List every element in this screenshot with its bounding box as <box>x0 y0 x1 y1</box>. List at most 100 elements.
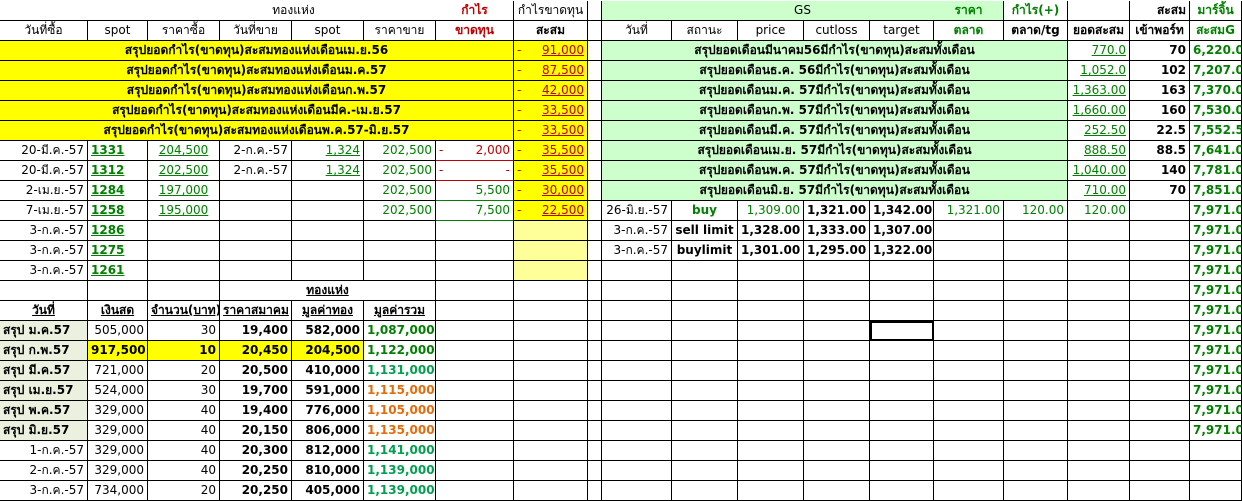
trade-buydate[interactable]: 7-เม.ย.-57 <box>0 201 88 221</box>
blank[interactable] <box>870 361 934 381</box>
blank[interactable] <box>870 461 934 481</box>
summary-left-value[interactable]: -42,000 <box>514 81 588 101</box>
gold-row-price[interactable]: 20,450 <box>220 341 292 361</box>
blank[interactable] <box>672 401 738 421</box>
trade-pl[interactable]: 5,500 <box>436 181 514 201</box>
gold-row-date[interactable]: 2-ก.ค.-57 <box>0 461 88 481</box>
blank[interactable] <box>602 381 672 401</box>
blank[interactable] <box>1068 281 1130 301</box>
blank[interactable] <box>870 281 934 301</box>
gold-row-total[interactable]: 1,105,000 <box>364 401 436 421</box>
trade-spot2[interactable]: 1,324 <box>292 141 364 161</box>
trade-spot2[interactable] <box>292 261 364 281</box>
gold-row-price[interactable]: 20,500 <box>220 361 292 381</box>
gs-order-profit[interactable] <box>1004 221 1068 241</box>
gold-table-header[interactable]: ราคาสมาคม <box>220 301 292 321</box>
header-profit-plus[interactable]: กำไร(+) <box>1004 1 1068 21</box>
gs-order-cutloss[interactable]: 1,333.00 <box>804 221 870 241</box>
gold-row-cash[interactable]: 329,000 <box>88 401 148 421</box>
gold-row-gold[interactable]: 582,000 <box>292 321 364 341</box>
blank[interactable] <box>738 301 804 321</box>
blank[interactable] <box>1130 441 1190 461</box>
gold-row-total[interactable]: 1,087,000 <box>364 321 436 341</box>
blank[interactable] <box>1130 361 1190 381</box>
gap[interactable] <box>588 401 602 421</box>
blank[interactable] <box>1130 341 1190 361</box>
blank[interactable] <box>870 481 934 501</box>
gs-summary-label[interactable]: สรุปยอดเดือนพ.ค. 57มีกำไร(ขาดทุน)สะสมทั้… <box>602 161 1068 181</box>
gold-row-qty[interactable]: 10 <box>148 341 220 361</box>
header-port-in[interactable]: เข้าพอร์ท <box>1130 21 1190 41</box>
blank[interactable] <box>738 461 804 481</box>
blank[interactable] <box>1004 421 1068 441</box>
gs-order-profit[interactable] <box>1004 241 1068 261</box>
trade-buydate[interactable]: 3-ก.ค.-57 <box>0 261 88 281</box>
header-cumg[interactable]: สะสมG <box>1190 21 1242 41</box>
selected-cell[interactable] <box>870 321 934 341</box>
gs-order-cutloss[interactable]: 1,321.00 <box>804 201 870 221</box>
gs-summary-label[interactable]: สรุปยอดเดือนมิ.ย. 57มีกำไร(ขาดทุน)สะสมทั… <box>602 181 1068 201</box>
cumg-tail[interactable]: 7,971.0 <box>1190 401 1242 421</box>
trade-buydate[interactable]: 3-ก.ค.-57 <box>0 241 88 261</box>
gap[interactable] <box>588 161 602 181</box>
trade-cum[interactable]: -35,500 <box>514 141 588 161</box>
gold-row-total[interactable]: 1,135,000 <box>364 421 436 441</box>
trade-spot[interactable]: 1312 <box>88 161 148 181</box>
gs-summary-total[interactable]: 710.00 <box>1068 181 1130 201</box>
gs-summary-total[interactable]: 770.0 <box>1068 41 1130 61</box>
blank[interactable] <box>88 281 148 301</box>
col-header-date[interactable]: วันที่ <box>602 21 672 41</box>
blank[interactable] <box>934 401 1004 421</box>
trade-selldate[interactable] <box>220 181 292 201</box>
gold-row-price[interactable]: 20,250 <box>220 461 292 481</box>
blank[interactable] <box>602 441 672 461</box>
blank[interactable] <box>672 481 738 501</box>
blank[interactable] <box>804 361 870 381</box>
gold-row-gold[interactable]: 812,000 <box>292 441 364 461</box>
blank[interactable] <box>1068 481 1130 501</box>
trade-selldate[interactable]: 2-ก.ค.-57 <box>220 161 292 181</box>
blank[interactable] <box>1130 221 1190 241</box>
trade-cum[interactable] <box>514 261 588 281</box>
gap[interactable] <box>588 241 602 261</box>
blank[interactable] <box>514 301 588 321</box>
blank[interactable] <box>870 261 934 281</box>
blank[interactable] <box>1130 481 1190 501</box>
blank[interactable] <box>1130 201 1190 221</box>
blank[interactable] <box>1130 401 1190 421</box>
blank[interactable] <box>934 321 1004 341</box>
gap[interactable] <box>588 101 602 121</box>
summary-left-value[interactable]: -87,500 <box>514 61 588 81</box>
blank[interactable] <box>436 421 514 441</box>
gold-row-price[interactable]: 20,150 <box>220 421 292 441</box>
trade-buyprice[interactable]: 202,500 <box>148 161 220 181</box>
blank[interactable] <box>804 401 870 421</box>
trade-buyprice[interactable] <box>148 241 220 261</box>
gold-row-date[interactable]: 1-ก.ค.-57 <box>0 441 88 461</box>
gold-row-total[interactable]: 1,131,000 <box>364 361 436 381</box>
gs-summary-label[interactable]: สรุปยอดเดือนมีนาคม56มีกำไร(ขาดทุน)สะสมทั… <box>602 41 1068 61</box>
trade-selldate[interactable] <box>220 221 292 241</box>
gs-summary-total[interactable]: 252.50 <box>1068 121 1130 141</box>
gap[interactable] <box>588 201 602 221</box>
blank[interactable] <box>1004 381 1068 401</box>
gs-summary-port[interactable]: 70 <box>1130 41 1190 61</box>
cumg-tail[interactable]: 7,971.0 <box>1190 341 1242 361</box>
trade-cum[interactable] <box>514 241 588 261</box>
col-header-status[interactable]: สถานะ <box>672 21 738 41</box>
gold-row-qty[interactable]: 30 <box>148 321 220 341</box>
blank[interactable] <box>436 481 514 501</box>
blank[interactable] <box>1068 381 1130 401</box>
gap[interactable] <box>588 121 602 141</box>
blank[interactable] <box>602 321 672 341</box>
gold-row-cash[interactable]: 917,500 <box>88 341 148 361</box>
gap[interactable] <box>588 281 602 301</box>
blank[interactable] <box>1130 421 1190 441</box>
trade-selldate[interactable] <box>220 241 292 261</box>
trade-cum[interactable]: -35,500 <box>514 161 588 181</box>
cumg-tail[interactable]: 7,971.0 <box>1190 261 1242 281</box>
gold-row-gold[interactable]: 810,000 <box>292 461 364 481</box>
blank[interactable] <box>436 461 514 481</box>
blank[interactable] <box>738 361 804 381</box>
blank[interactable] <box>870 301 934 321</box>
